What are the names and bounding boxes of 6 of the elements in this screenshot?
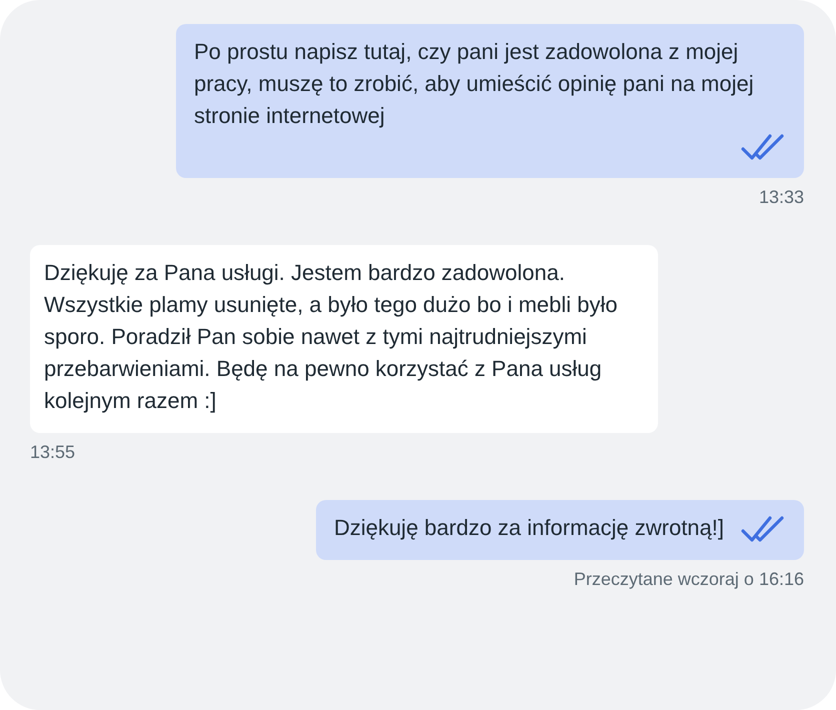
- message-meta: Przeczytane wczoraj o 16:16: [574, 568, 804, 591]
- message-text: Dziękuję za Pana usługi. Jestem bardzo zadowolona. Wszystkie plamy usunięte, a było tego dużo bo i mebli było sporo. Poradził Pan sobie nawet z tymi najtrudniejszymi przebarwieniami. Będę na pewno korzystać z Pana usług kolejnym razem :]: [44, 260, 618, 413]
- message-text: Dziękuję bardzo za informację zwrotną!]: [334, 514, 724, 542]
- message-meta: 13:33: [758, 186, 804, 209]
- message-text: Po prostu napisz tutaj, czy pani jest zadowolona z mojej pracy, muszę to zrobić, aby umieścić opinię pani na mojej stronie internetowej: [194, 38, 755, 130]
- message-meta: 13:55: [30, 441, 76, 464]
